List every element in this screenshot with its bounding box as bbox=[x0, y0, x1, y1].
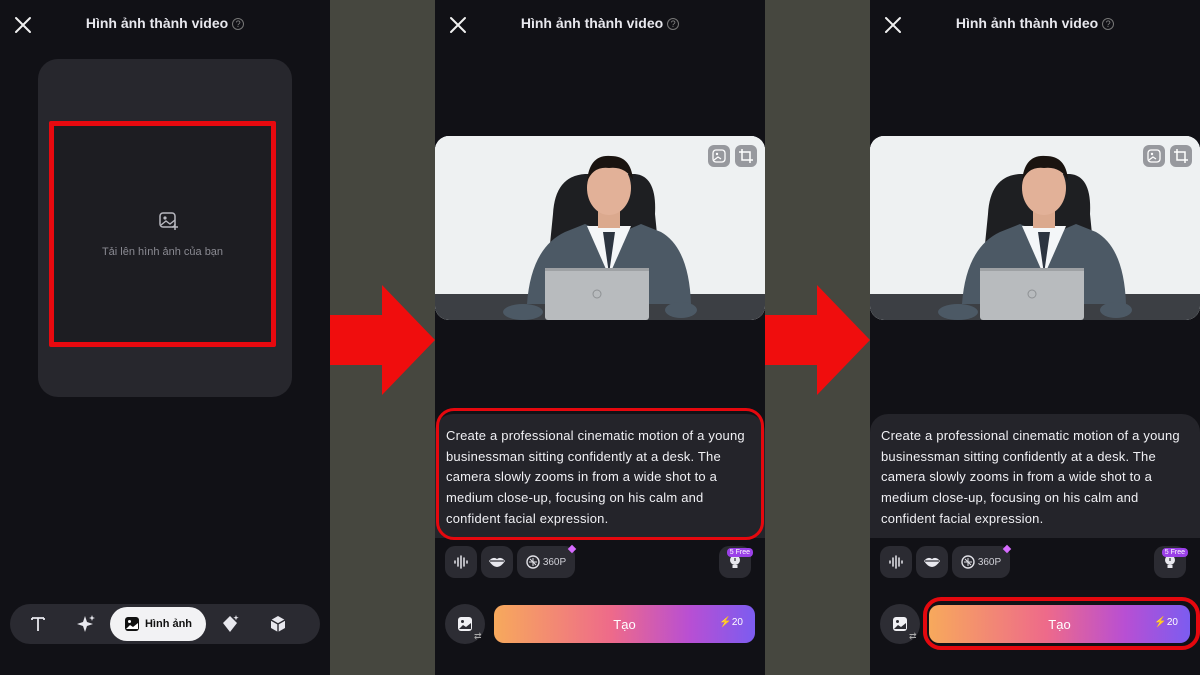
tutorial-collage: Hình ảnh thành video? Tải lên hình ảnh c… bbox=[0, 0, 1200, 675]
swap-icon: ⇄ bbox=[474, 631, 482, 641]
ai-mode-button[interactable] bbox=[66, 604, 106, 644]
free-badge: 5 Free bbox=[1161, 548, 1188, 557]
image-icon bbox=[893, 617, 907, 631]
lipsync-button[interactable] bbox=[916, 546, 948, 578]
tool-row: 360P bbox=[880, 544, 1190, 578]
image-source-button[interactable]: ⇄ bbox=[880, 604, 920, 644]
tab-image-label: Hình ảnh bbox=[144, 618, 193, 630]
credit-cost: ⚡20 bbox=[719, 617, 743, 628]
step3-panel: Hình ảnh thành video? Create a professio… bbox=[870, 0, 1200, 675]
mode-nav: Hình ảnh bbox=[10, 604, 320, 644]
edit-image-icon bbox=[712, 149, 726, 163]
page-title: Hình ảnh thành video bbox=[520, 15, 664, 31]
step-arrow-icon bbox=[765, 285, 870, 395]
step1-panel: Hình ảnh thành video? Tải lên hình ảnh c… bbox=[0, 0, 330, 675]
magic-icon bbox=[223, 615, 239, 632]
image-source-button[interactable]: ⇄ bbox=[445, 604, 485, 644]
crop-icon bbox=[739, 149, 753, 163]
prompt-text[interactable]: Create a professional cinematic motion o… bbox=[881, 426, 1191, 530]
help-icon[interactable]: ? bbox=[1102, 18, 1115, 30]
title-row: Hình ảnh thành video? bbox=[870, 15, 1200, 31]
generate-row: ⇄ Tạo ⚡20 bbox=[445, 604, 755, 644]
help-icon[interactable]: ? bbox=[667, 18, 680, 30]
add-image-icon bbox=[159, 212, 178, 230]
edit-image-button[interactable] bbox=[1143, 145, 1165, 167]
top-bar: Hình ảnh thành video? bbox=[870, 0, 1200, 50]
prompt-input[interactable]: Create a professional cinematic motion o… bbox=[870, 414, 1200, 538]
lightning-icon: ⚡ bbox=[719, 617, 732, 628]
crop-icon bbox=[1174, 149, 1188, 163]
waveform-icon bbox=[889, 555, 903, 569]
lipsync-button[interactable] bbox=[481, 546, 513, 578]
resolution-label: 360P bbox=[542, 556, 567, 568]
photo-actions bbox=[708, 145, 757, 167]
title-row: Hình ảnh thành video? bbox=[435, 15, 765, 31]
free-badge: 5 Free bbox=[726, 548, 753, 557]
top-bar: Hình ảnh thành video? bbox=[435, 0, 765, 50]
tab-image[interactable]: Hình ảnh bbox=[110, 607, 206, 641]
create-button[interactable]: Tạo ⚡20 bbox=[494, 605, 755, 643]
resolution-label: 360P bbox=[977, 556, 1002, 568]
upload-label: Tải lên hình ảnh của bạn bbox=[101, 246, 224, 258]
upload-dropzone[interactable]: Tải lên hình ảnh của bạn bbox=[49, 121, 276, 347]
create-button[interactable]: Tạo ⚡20 bbox=[929, 605, 1190, 643]
resolution-button[interactable]: 360P bbox=[517, 546, 575, 578]
uploaded-photo bbox=[870, 136, 1200, 320]
waveform-icon bbox=[454, 555, 468, 569]
help-icon[interactable]: ? bbox=[232, 18, 245, 30]
swap-icon: ⇄ bbox=[909, 631, 917, 641]
image-icon bbox=[124, 617, 139, 631]
create-label: Tạo bbox=[613, 616, 636, 632]
upload-card: Tải lên hình ảnh của bạn bbox=[38, 59, 292, 397]
cube-icon bbox=[270, 616, 286, 632]
lightning-icon: ⚡ bbox=[1154, 617, 1167, 628]
credit-cost-value: 20 bbox=[731, 617, 743, 628]
generate-row: ⇄ Tạo ⚡20 bbox=[880, 604, 1190, 644]
photo-actions bbox=[1143, 145, 1192, 167]
text-icon bbox=[31, 617, 45, 631]
edit-image-button[interactable] bbox=[708, 145, 730, 167]
step-arrow-icon bbox=[330, 285, 435, 395]
credit-cost: ⚡20 bbox=[1154, 617, 1178, 628]
text-mode-button[interactable] bbox=[18, 604, 58, 644]
edit-image-icon bbox=[1147, 149, 1161, 163]
create-label: Tạo bbox=[1048, 616, 1071, 632]
credit-cost-value: 20 bbox=[1166, 617, 1178, 628]
prompt-text[interactable]: Create a professional cinematic motion o… bbox=[446, 426, 756, 530]
resolution-icon bbox=[526, 555, 540, 569]
3d-mode-button[interactable] bbox=[258, 604, 298, 644]
audio-button[interactable] bbox=[445, 546, 477, 578]
top-bar: Hình ảnh thành video? bbox=[0, 0, 330, 50]
lips-icon bbox=[924, 557, 940, 567]
lips-icon bbox=[489, 557, 505, 567]
audio-button[interactable] bbox=[880, 546, 912, 578]
resolution-icon bbox=[961, 555, 975, 569]
magic-mode-button[interactable] bbox=[210, 604, 250, 644]
crop-button[interactable] bbox=[735, 145, 757, 167]
prompt-input[interactable]: Create a professional cinematic motion o… bbox=[435, 414, 765, 538]
resolution-button[interactable]: 360P bbox=[952, 546, 1010, 578]
page-title: Hình ảnh thành video bbox=[85, 15, 229, 31]
step2-panel: Hình ảnh thành video? Create a professio… bbox=[435, 0, 765, 675]
sparkle-icon bbox=[77, 615, 95, 632]
tool-row: 360P bbox=[445, 544, 755, 578]
title-row: Hình ảnh thành video? bbox=[0, 15, 330, 31]
uploaded-photo bbox=[435, 136, 765, 320]
page-title: Hình ảnh thành video bbox=[955, 15, 1099, 31]
crop-button[interactable] bbox=[1170, 145, 1192, 167]
image-icon bbox=[458, 617, 472, 631]
